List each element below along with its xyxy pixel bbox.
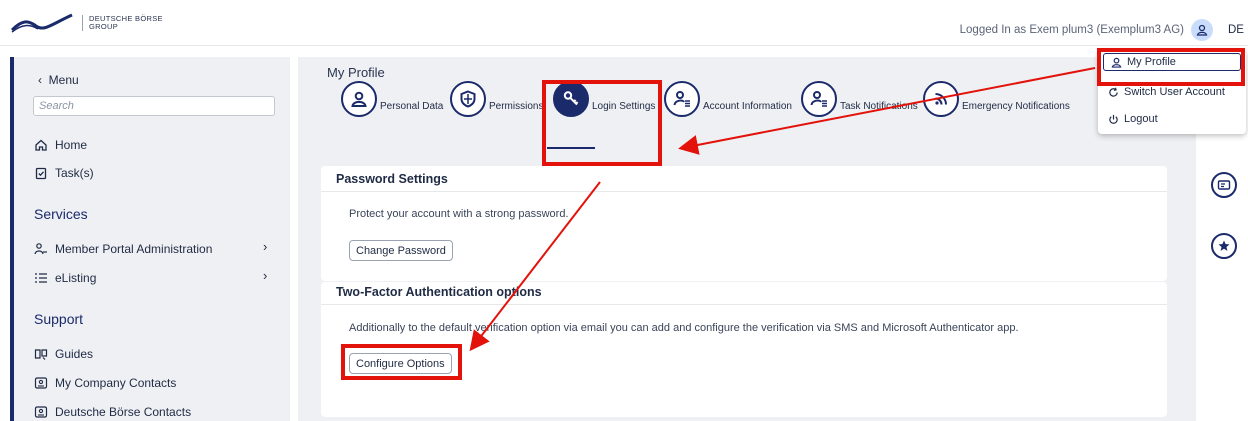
chevron-right-icon: ›: [263, 268, 268, 283]
sidebar-item-label: Deutsche Börse Contacts: [55, 405, 192, 419]
sidebar-item-label: Home: [55, 138, 88, 152]
password-settings-card: Password Settings Protect your account w…: [321, 166, 1167, 281]
star-icon[interactable]: [1211, 233, 1237, 259]
password-settings-text: Protect your account with a strong passw…: [349, 208, 569, 220]
active-tab-indicator: [547, 147, 595, 149]
chevron-left-icon: ‹: [38, 73, 42, 87]
users-icon: [33, 241, 49, 257]
sidebar-item-elisting[interactable]: eListing: [33, 270, 96, 286]
user-menu-dropdown: My Profile Switch User Account Logout: [1098, 50, 1246, 134]
tab-label: Account Information: [703, 100, 792, 112]
page-title: My Profile: [327, 65, 385, 80]
clipboard-check-icon: [33, 165, 49, 181]
sidebar-item-guides[interactable]: Guides: [33, 346, 93, 362]
sidebar-item-label: eListing: [55, 271, 97, 285]
sidebar: ‹ Menu Search Home Task(s) Services Memb…: [10, 57, 290, 421]
logo-text: DEUTSCHE BÖRSE GROUP: [82, 15, 163, 31]
user-list-icon: [801, 81, 837, 117]
support-heading: Support: [34, 311, 84, 327]
main-content: My Profile Personal Data Permissions Log…: [298, 57, 1196, 421]
home-icon: [33, 137, 49, 153]
chevron-right-icon: ›: [263, 239, 268, 254]
sidebar-item-label: My Company Contacts: [55, 376, 177, 390]
sidebar-item-label: Member Portal Administration: [55, 242, 213, 256]
key-icon: [553, 81, 589, 117]
sidebar-item-label: Guides: [55, 347, 94, 361]
contact-card-icon[interactable]: [1211, 172, 1237, 198]
sidebar-accent-bar: [10, 57, 14, 421]
switch-icon: [1108, 87, 1119, 98]
user-menu-button[interactable]: [1191, 19, 1213, 41]
menu-item-label: Switch User Account: [1124, 86, 1225, 98]
user-list-icon: [664, 81, 700, 117]
contact-card-icon: [33, 404, 49, 420]
tab-label: Personal Data: [380, 100, 444, 112]
configure-options-button[interactable]: Configure Options: [349, 353, 452, 374]
menu-item-logout[interactable]: Logout: [1108, 113, 1158, 125]
user-icon: [1111, 57, 1122, 68]
sidebar-item-label: Task(s): [55, 166, 94, 180]
tab-task-notifications[interactable]: Task Notifications: [801, 81, 918, 117]
tab-account-information[interactable]: Account Information: [664, 81, 792, 117]
book-icon: [33, 346, 49, 362]
tab-label: Emergency Notifications: [962, 100, 1070, 112]
sidebar-item-home[interactable]: Home: [33, 137, 87, 153]
menu-item-label: My Profile: [1127, 56, 1176, 68]
shield-icon: [450, 81, 486, 117]
tab-personal-data[interactable]: Personal Data: [341, 81, 443, 117]
app-root: DEUTSCHE BÖRSE GROUP Logged In as Exem p…: [0, 0, 1248, 421]
tab-label: Task Notifications: [840, 100, 918, 112]
card-divider: [321, 304, 1167, 305]
top-bar: DEUTSCHE BÖRSE GROUP Logged In as Exem p…: [0, 0, 1248, 46]
profile-tabs: Personal Data Permissions Login Settings: [298, 81, 1196, 153]
menu-item-label: Logout: [1124, 113, 1158, 125]
user-icon: [1196, 24, 1208, 36]
user-icon: [341, 81, 377, 117]
two-factor-card: Two-Factor Authentication options Additi…: [321, 282, 1167, 417]
list-icon: [33, 270, 49, 286]
deutsche-boerse-logo[interactable]: DEUTSCHE BÖRSE GROUP: [10, 12, 163, 34]
brand-line-2: GROUP: [89, 22, 119, 31]
sidebar-item-tasks[interactable]: Task(s): [33, 165, 94, 181]
tab-login-settings[interactable]: Login Settings: [553, 81, 655, 117]
password-settings-title: Password Settings: [336, 172, 448, 186]
tab-emergency-notifications[interactable]: Emergency Notifications: [923, 81, 1070, 117]
sidebar-item-deutsche-boerse-contacts[interactable]: Deutsche Börse Contacts: [33, 404, 191, 420]
search-input[interactable]: Search: [33, 96, 275, 116]
card-divider: [321, 191, 1167, 192]
tab-permissions[interactable]: Permissions: [450, 81, 543, 117]
language-switch[interactable]: DE: [1228, 24, 1244, 36]
tab-label: Login Settings: [592, 100, 656, 112]
logo-wave-icon: [10, 13, 73, 33]
menu-item-switch-user-account[interactable]: Switch User Account: [1108, 86, 1225, 98]
menu-back-button[interactable]: ‹ Menu: [38, 73, 79, 87]
tab-label: Permissions: [489, 100, 544, 112]
services-heading: Services: [34, 206, 88, 222]
change-password-button[interactable]: Change Password: [349, 240, 453, 261]
two-factor-text: Additionally to the default verification…: [349, 322, 1019, 334]
power-icon: [1108, 114, 1119, 125]
two-factor-title: Two-Factor Authentication options: [336, 285, 542, 299]
contact-card-icon: [33, 375, 49, 391]
menu-label: Menu: [48, 73, 79, 87]
menu-item-my-profile[interactable]: My Profile: [1111, 56, 1176, 68]
sidebar-item-my-company-contacts[interactable]: My Company Contacts: [33, 375, 176, 391]
logged-in-label: Logged In as Exem plum3 (Exemplum3 AG): [959, 24, 1184, 36]
broadcast-icon: [923, 81, 959, 117]
sidebar-item-member-portal-administration[interactable]: Member Portal Administration: [33, 241, 212, 257]
